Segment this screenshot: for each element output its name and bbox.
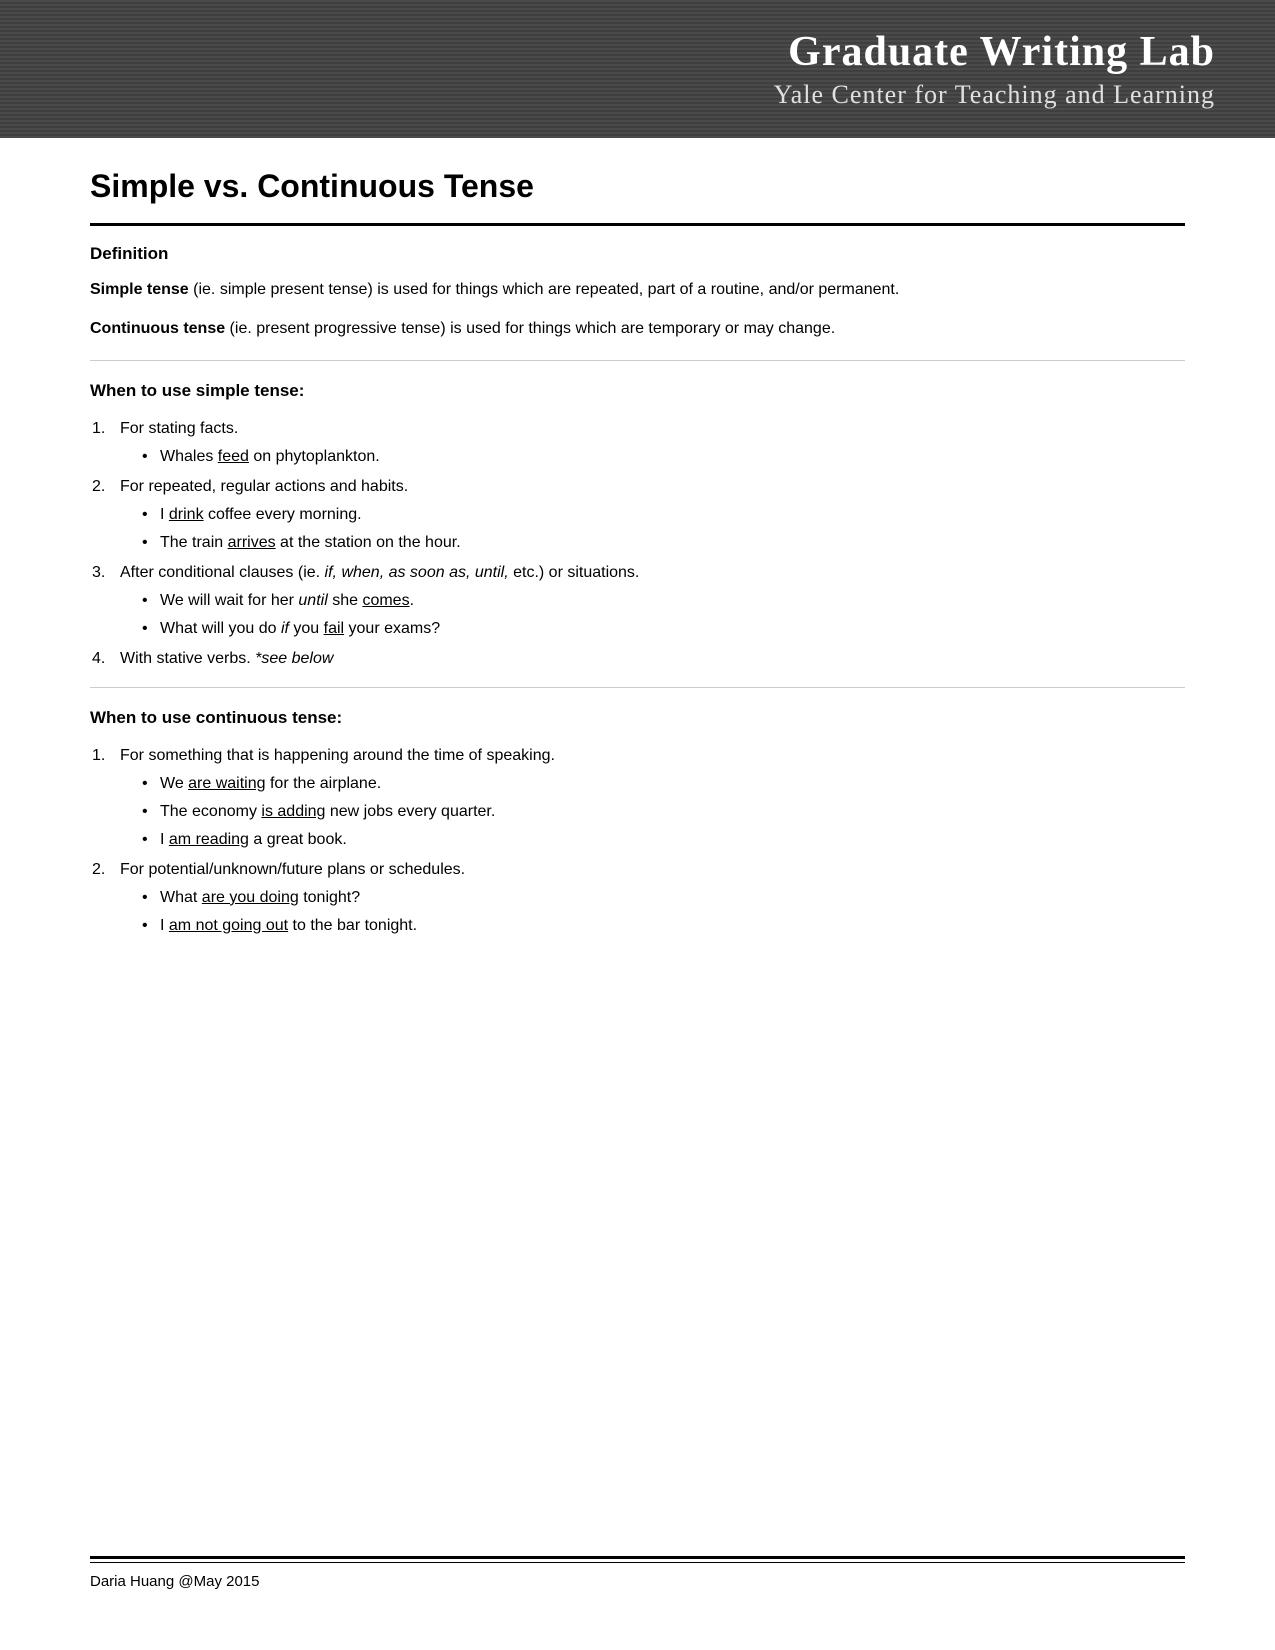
list-item: For repeated, regular actions and habits… — [120, 475, 1185, 555]
list-item: For something that is happening around t… — [120, 744, 1185, 852]
list-item-text: With stative verbs. *see below — [120, 650, 333, 667]
main-content: Simple vs. Continuous Tense Definition S… — [0, 138, 1275, 984]
list-item: The train arrives at the station on the … — [160, 531, 1185, 555]
bullet-list: What are you doing tonight? I am not goi… — [120, 886, 1185, 938]
bullet-list: We are waiting for the airplane. The eco… — [120, 772, 1185, 852]
list-item: I am reading a great book. — [160, 828, 1185, 852]
list-item-text: After conditional clauses (ie. if, when,… — [120, 564, 639, 581]
list-item-text: For repeated, regular actions and habits… — [120, 478, 408, 495]
list-item: For stating facts. Whales feed on phytop… — [120, 417, 1185, 469]
list-item-text: For stating facts. — [120, 420, 238, 437]
simple-tense-label: Simple tense — [90, 281, 189, 298]
list-item-text: For potential/unknown/future plans or sc… — [120, 861, 465, 878]
continuous-tense-para: Continuous tense (ie. present progressiv… — [90, 317, 1185, 342]
list-item: What will you do if you fail your exams? — [160, 617, 1185, 641]
bullet-list: Whales feed on phytoplankton. — [120, 445, 1185, 469]
list-item: With stative verbs. *see below — [120, 647, 1185, 671]
header-title: Graduate Writing Lab — [0, 28, 1215, 76]
footer: Daria Huang @May 2015 — [0, 1556, 1275, 1590]
list-item: What are you doing tonight? — [160, 886, 1185, 910]
continuous-tense-label: Continuous tense — [90, 320, 225, 337]
definition-heading: Definition — [90, 244, 1185, 264]
page-title: Simple vs. Continuous Tense — [90, 168, 1185, 205]
simple-tense-para: Simple tense (ie. simple present tense) … — [90, 278, 1185, 303]
footer-rule-top — [90, 1556, 1185, 1559]
continuous-list: For something that is happening around t… — [90, 744, 1185, 938]
simple-use-heading: When to use simple tense: — [90, 381, 1185, 401]
list-item: I drink coffee every morning. — [160, 503, 1185, 527]
footer-rule-bottom — [90, 1562, 1185, 1563]
continuous-use-heading: When to use continuous tense: — [90, 708, 1185, 728]
list-item: Whales feed on phytoplankton. — [160, 445, 1185, 469]
continuous-tense-desc: (ie. present progressive tense) is used … — [225, 320, 835, 337]
list-item: The economy is adding new jobs every qua… — [160, 800, 1185, 824]
list-item: For potential/unknown/future plans or sc… — [120, 858, 1185, 938]
page-header: Graduate Writing Lab Yale Center for Tea… — [0, 0, 1275, 138]
definition-section: Definition Simple tense (ie. simple pres… — [90, 223, 1185, 361]
list-item: We will wait for her until she comes. — [160, 589, 1185, 613]
list-item: I am not going out to the bar tonight. — [160, 914, 1185, 938]
simple-tense-desc: (ie. simple present tense) is used for t… — [189, 281, 900, 298]
simple-list: For stating facts. Whales feed on phytop… — [90, 417, 1185, 671]
bullet-list: We will wait for her until she comes. Wh… — [120, 589, 1185, 641]
bullet-list: I drink coffee every morning. The train … — [120, 503, 1185, 555]
footer-text: Daria Huang @May 2015 — [90, 1573, 1185, 1590]
list-item-text: For something that is happening around t… — [120, 747, 555, 764]
header-subtitle: Yale Center for Teaching and Learning — [0, 80, 1215, 110]
continuous-use-section: When to use continuous tense: For someth… — [90, 688, 1185, 954]
simple-use-section: When to use simple tense: For stating fa… — [90, 361, 1185, 688]
list-item: We are waiting for the airplane. — [160, 772, 1185, 796]
list-item: After conditional clauses (ie. if, when,… — [120, 561, 1185, 641]
